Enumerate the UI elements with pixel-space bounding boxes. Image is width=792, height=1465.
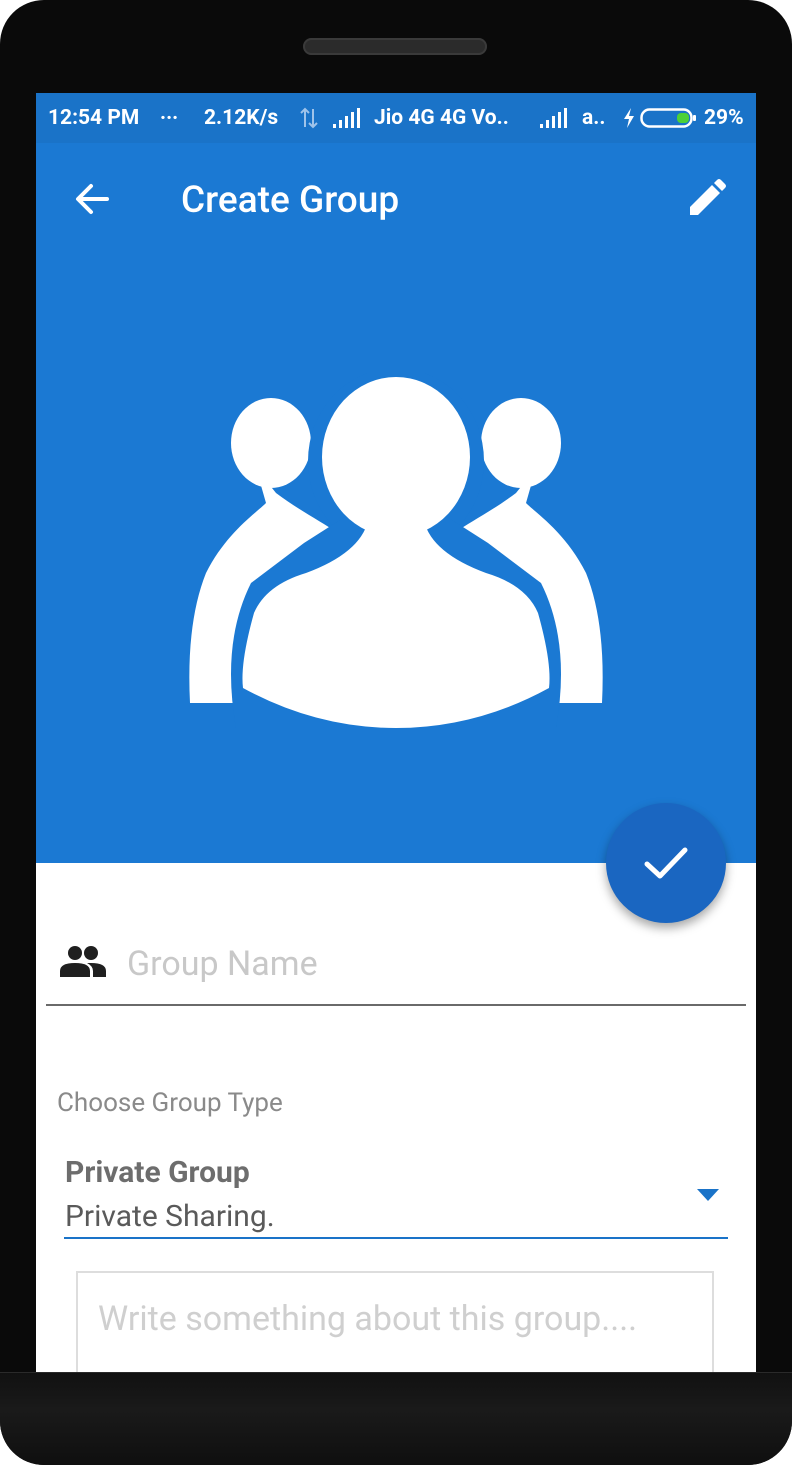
status-extra: a.. [582, 106, 606, 130]
selected-group-type-desc: Private Sharing. [65, 1199, 275, 1234]
group-name-underline [46, 1004, 746, 1006]
charging-icon [624, 108, 634, 128]
triangle-down-icon[interactable] [697, 1189, 719, 1201]
page-title: Create Group [181, 179, 400, 222]
signal-icon [540, 108, 567, 128]
status-time: 12:54 PM [48, 106, 140, 130]
phone-speaker [303, 38, 487, 55]
app-screen: 12:54 PM ... 2.12K/s Jio 4G 4G Vo.. a.. … [36, 93, 756, 1373]
battery-icon [640, 108, 696, 128]
phone-frame: 12:54 PM ... 2.12K/s Jio 4G 4G Vo.. a.. … [0, 0, 792, 1465]
group-header: Create Group [36, 143, 756, 863]
status-speed: 2.12K/s [204, 106, 279, 130]
status-dots: ... [160, 101, 179, 125]
status-bar: 12:54 PM ... 2.12K/s Jio 4G 4G Vo.. a.. … [36, 93, 756, 143]
phone-bottom-bezel [0, 1372, 792, 1465]
selected-group-type: Private Group [65, 1155, 250, 1190]
group-name-input[interactable]: Group Name [127, 944, 318, 984]
data-transfer-icon [300, 107, 318, 129]
people-icon [60, 946, 106, 977]
group-about-placeholder: Write something about this group.... [98, 1299, 638, 1339]
status-battery: 29% [704, 106, 744, 130]
signal-icon [333, 108, 360, 128]
confirm-button[interactable] [606, 803, 726, 923]
group-type-label: Choose Group Type [57, 1088, 283, 1118]
group-about-textarea[interactable]: Write something about this group.... [76, 1271, 714, 1373]
group-people-icon[interactable] [186, 373, 606, 743]
arrow-left-icon[interactable] [74, 181, 110, 217]
group-type-underline [64, 1237, 728, 1239]
pencil-icon[interactable] [686, 177, 728, 219]
status-carrier: Jio 4G 4G Vo.. [374, 106, 509, 130]
check-icon [644, 847, 688, 879]
